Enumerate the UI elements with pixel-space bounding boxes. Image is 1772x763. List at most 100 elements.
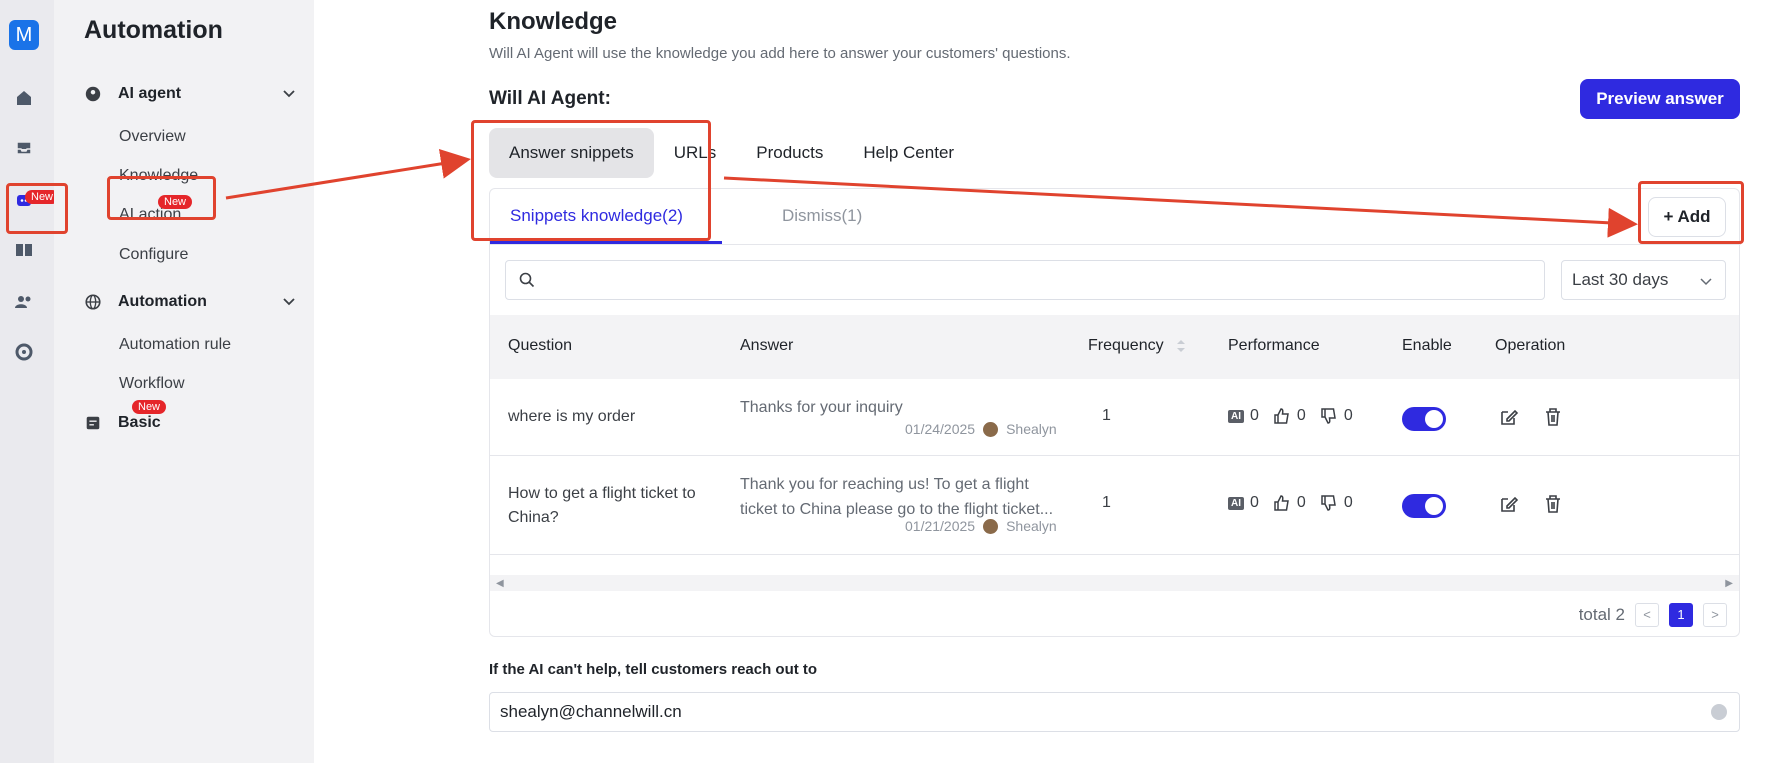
- edit-icon[interactable]: [1498, 493, 1520, 515]
- avatar: [983, 421, 999, 437]
- new-badge: New: [132, 400, 167, 414]
- column-label: Frequency: [1088, 337, 1164, 354]
- sidebar-group-automation[interactable]: Automation: [84, 292, 296, 312]
- annotation-box: [1638, 181, 1744, 244]
- sidebar-item-automation-rule[interactable]: Automation rule: [119, 336, 231, 354]
- ai-icon: AI: [1228, 496, 1244, 510]
- column-question: Question: [508, 337, 573, 354]
- performance-cell: AI 0 0 0: [1228, 407, 1353, 425]
- sidebar-group-basic[interactable]: Basic: [84, 413, 296, 433]
- edit-icon[interactable]: [1498, 406, 1520, 428]
- answer-cell: Thank you for reaching us! To get a flig…: [740, 476, 1054, 518]
- ai-count: 0: [1250, 494, 1259, 511]
- clear-icon[interactable]: [1711, 704, 1727, 720]
- prev-page-button[interactable]: <: [1635, 603, 1659, 627]
- sort-icon[interactable]: [1176, 338, 1186, 354]
- sidebar-group-label: AI agent: [118, 85, 182, 102]
- frequency-cell: 1: [1102, 494, 1111, 511]
- aperture-icon[interactable]: [12, 340, 36, 364]
- down-count: 0: [1343, 494, 1353, 511]
- answer-date: 01/21/2025: [905, 518, 976, 534]
- ai-icon: AI: [1228, 409, 1244, 423]
- column-performance: Performance: [1228, 337, 1320, 354]
- thumbs-up-icon: [1274, 408, 1289, 424]
- answer-author: Shealyn: [1006, 421, 1057, 437]
- tab-help-center[interactable]: Help Center: [843, 128, 974, 178]
- globe-icon: [84, 292, 104, 312]
- note-icon: [84, 413, 104, 433]
- page-description: Will AI Agent will use the knowledge you…: [489, 45, 1071, 62]
- chevron-down-icon: [1700, 278, 1712, 286]
- annotation-box: [471, 120, 711, 241]
- horizontal-scrollbar[interactable]: ◀ ▶: [490, 575, 1739, 591]
- sidebar-group-label: Automation: [118, 293, 207, 310]
- main-content: Knowledge Will AI Agent will use the kno…: [314, 0, 1772, 763]
- search-input[interactable]: [505, 260, 1545, 300]
- delete-icon[interactable]: [1542, 406, 1564, 428]
- date-range-select[interactable]: Last 30 days: [1561, 260, 1726, 300]
- book-icon[interactable]: [12, 238, 36, 262]
- answer-meta: 01/21/2025 Shealyn: [905, 518, 1057, 534]
- sidebar-group-ai-agent[interactable]: AI agent: [84, 84, 296, 104]
- app-logo[interactable]: M: [9, 20, 39, 50]
- column-operation: Operation: [1495, 337, 1566, 354]
- column-frequency[interactable]: Frequency: [1088, 337, 1186, 355]
- fallback-contact-label: If the AI can't help, tell customers rea…: [489, 661, 818, 678]
- answer-cell: Thanks for your inquiry: [740, 399, 903, 416]
- inbox-icon[interactable]: [12, 136, 36, 160]
- page-number-button[interactable]: 1: [1669, 603, 1693, 627]
- scroll-right-icon[interactable]: ▶: [1725, 578, 1733, 589]
- active-tab-underline: [490, 241, 722, 244]
- date-range-value: Last 30 days: [1572, 270, 1669, 289]
- sidebar-item-overview[interactable]: Overview: [119, 128, 186, 146]
- sidebar-item-workflow[interactable]: Workflow: [119, 375, 185, 393]
- answer-date: 01/24/2025: [905, 421, 976, 437]
- question-cell: How to get a flight ticket to China?: [508, 485, 696, 526]
- avatar: [983, 518, 999, 534]
- up-count: 0: [1296, 494, 1306, 511]
- ai-count: 0: [1250, 407, 1259, 424]
- fallback-contact-value: shealyn@channelwill.cn: [500, 702, 682, 721]
- table-row: How to get a flight ticket to China? Tha…: [490, 456, 1739, 555]
- delete-icon[interactable]: [1542, 493, 1564, 515]
- thumbs-down-icon: [1321, 495, 1336, 511]
- thumbs-up-icon: [1274, 495, 1289, 511]
- annotation-box: [6, 183, 68, 234]
- next-page-button[interactable]: >: [1703, 603, 1727, 627]
- home-icon[interactable]: [12, 86, 36, 110]
- tab-products[interactable]: Products: [736, 128, 843, 178]
- scroll-left-icon[interactable]: ◀: [496, 578, 504, 589]
- table-row: where is my order Thanks for your inquir…: [490, 379, 1739, 456]
- sidebar-item-configure[interactable]: Configure: [119, 246, 188, 264]
- up-count: 0: [1296, 407, 1306, 424]
- column-enable: Enable: [1402, 337, 1452, 354]
- subtab-dismiss[interactable]: Dismiss(1): [782, 206, 862, 226]
- table-header: Question Answer Frequency Performance En…: [490, 315, 1739, 379]
- annotation-box: [107, 176, 216, 220]
- users-icon[interactable]: [12, 290, 36, 314]
- icon-rail: M New: [0, 0, 60, 763]
- page-title: Knowledge: [489, 8, 618, 35]
- chevron-down-icon: [283, 298, 295, 306]
- section-title: Will AI Agent:: [489, 88, 611, 109]
- snippets-card: Snippets knowledge(2) Dismiss(1) + Add L…: [489, 188, 1741, 637]
- performance-cell: AI 0 0 0: [1228, 494, 1353, 512]
- enable-toggle[interactable]: [1402, 407, 1446, 431]
- thumbs-down-icon: [1321, 408, 1336, 424]
- pagination: total 2 < 1 >: [1579, 603, 1727, 627]
- search-icon: [519, 272, 535, 288]
- answer-meta: 01/24/2025 Shealyn: [905, 421, 1057, 437]
- answer-author: Shealyn: [1006, 518, 1057, 534]
- preview-answer-button[interactable]: Preview answer: [1580, 79, 1740, 119]
- enable-toggle[interactable]: [1402, 494, 1446, 518]
- chevron-down-icon: [283, 90, 295, 98]
- agent-icon: [84, 84, 104, 104]
- sidebar-group-label: Basic: [118, 414, 161, 431]
- fallback-contact-input[interactable]: shealyn@channelwill.cn: [489, 692, 1740, 732]
- frequency-cell: 1: [1102, 407, 1111, 424]
- secondary-sidebar: Automation AI agent Overview Knowledge A…: [54, 0, 314, 763]
- down-count: 0: [1343, 407, 1353, 424]
- pagination-total: total 2: [1578, 605, 1625, 624]
- column-answer: Answer: [740, 337, 794, 354]
- sidebar-title: Automation: [84, 16, 223, 44]
